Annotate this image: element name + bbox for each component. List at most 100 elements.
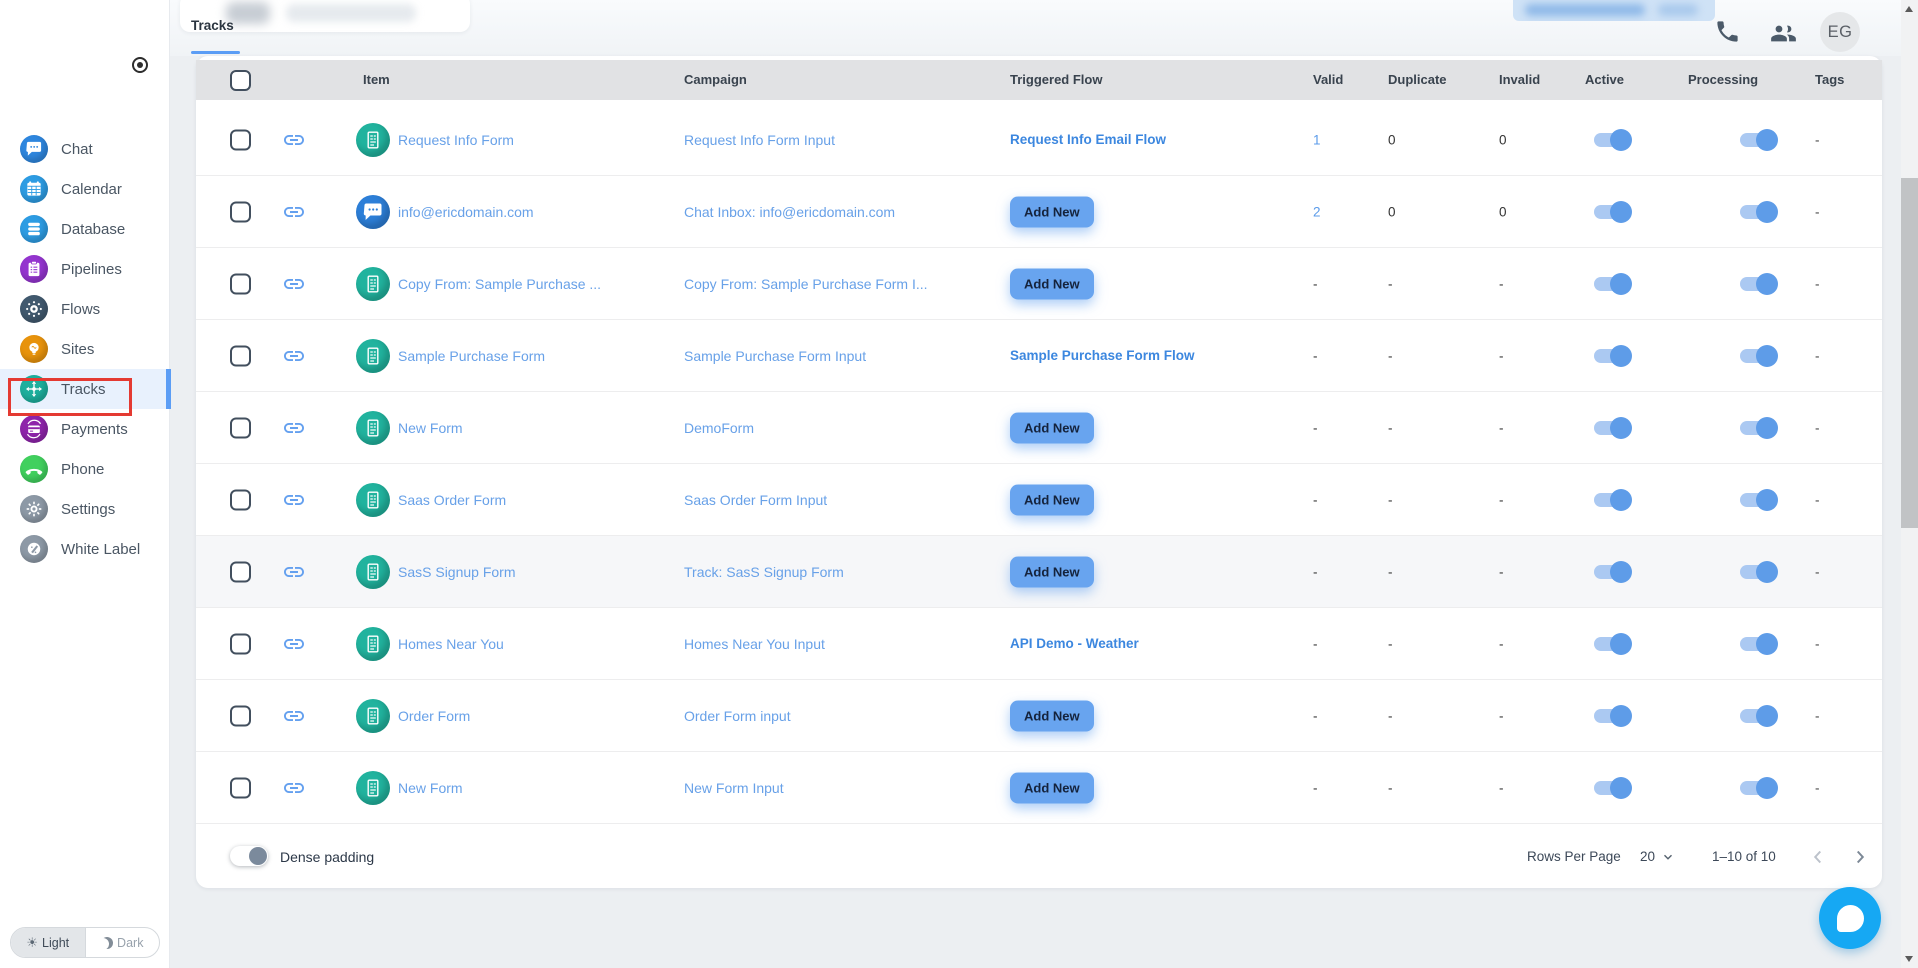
campaign-link[interactable]: Sample Purchase Form Input bbox=[684, 348, 866, 364]
chat-widget-button[interactable] bbox=[1819, 887, 1881, 949]
add-new-button[interactable]: Add New bbox=[1010, 556, 1094, 587]
valid-count[interactable]: - bbox=[1313, 564, 1318, 579]
rows-per-page-select[interactable]: 20 bbox=[1640, 849, 1675, 864]
focus-target-icon[interactable] bbox=[132, 57, 148, 73]
sidebar-item-tracks[interactable]: Tracks bbox=[0, 369, 170, 409]
sidebar-item-phone[interactable]: Phone bbox=[0, 449, 170, 489]
row-checkbox[interactable] bbox=[230, 417, 251, 438]
sidebar-item-calendar[interactable]: Calendar bbox=[0, 169, 170, 209]
active-toggle[interactable] bbox=[1594, 277, 1630, 291]
select-all-checkbox[interactable] bbox=[230, 70, 251, 91]
valid-count[interactable]: - bbox=[1313, 492, 1318, 507]
active-toggle[interactable] bbox=[1594, 349, 1630, 363]
processing-toggle[interactable] bbox=[1740, 565, 1776, 579]
row-checkbox[interactable] bbox=[230, 129, 251, 150]
item-link[interactable]: info@ericdomain.com bbox=[398, 204, 534, 220]
active-toggle[interactable] bbox=[1594, 133, 1630, 147]
triggered-flow-link[interactable]: Sample Purchase Form Flow bbox=[1010, 348, 1195, 363]
light-mode-button[interactable]: ☀ Light bbox=[11, 928, 86, 957]
tab-tracks[interactable]: Tracks bbox=[191, 18, 234, 33]
item-link[interactable]: SasS Signup Form bbox=[398, 564, 516, 580]
scroll-up-arrow[interactable] bbox=[1905, 6, 1913, 12]
sidebar-item-sites[interactable]: Sites bbox=[0, 329, 170, 369]
link-icon[interactable] bbox=[282, 200, 306, 224]
item-link[interactable]: Copy From: Sample Purchase ... bbox=[398, 276, 601, 292]
user-avatar[interactable]: EG bbox=[1820, 12, 1860, 52]
campaign-link[interactable]: Saas Order Form Input bbox=[684, 492, 827, 508]
link-icon[interactable] bbox=[282, 704, 306, 728]
add-new-button[interactable]: Add New bbox=[1010, 412, 1094, 443]
link-icon[interactable] bbox=[282, 488, 306, 512]
valid-count[interactable]: - bbox=[1313, 420, 1318, 435]
dark-mode-button[interactable]: Dark bbox=[86, 928, 160, 957]
item-link[interactable]: Homes Near You bbox=[398, 636, 504, 652]
phone-icon[interactable] bbox=[1714, 18, 1741, 45]
contacts-icon[interactable] bbox=[1770, 20, 1797, 47]
valid-count[interactable]: - bbox=[1313, 636, 1318, 651]
scroll-down-arrow[interactable] bbox=[1905, 956, 1913, 962]
processing-toggle[interactable] bbox=[1740, 637, 1776, 651]
campaign-link[interactable]: New Form Input bbox=[684, 780, 784, 796]
triggered-flow-link[interactable]: API Demo - Weather bbox=[1010, 636, 1139, 651]
active-toggle[interactable] bbox=[1594, 637, 1630, 651]
sidebar-item-flows[interactable]: Flows bbox=[0, 289, 170, 329]
item-link[interactable]: New Form bbox=[398, 780, 463, 796]
sidebar-item-white-label[interactable]: White Label bbox=[0, 529, 170, 569]
row-checkbox[interactable] bbox=[230, 705, 251, 726]
processing-toggle[interactable] bbox=[1740, 205, 1776, 219]
sidebar-item-pipelines[interactable]: Pipelines bbox=[0, 249, 170, 289]
item-link[interactable]: Order Form bbox=[398, 708, 470, 724]
campaign-link[interactable]: Track: SasS Signup Form bbox=[684, 564, 844, 580]
processing-toggle[interactable] bbox=[1740, 133, 1776, 147]
link-icon[interactable] bbox=[282, 776, 306, 800]
processing-toggle[interactable] bbox=[1740, 349, 1776, 363]
valid-count[interactable]: 1 bbox=[1313, 132, 1321, 147]
sidebar-item-database[interactable]: Database bbox=[0, 209, 170, 249]
campaign-link[interactable]: DemoForm bbox=[684, 420, 754, 436]
valid-count[interactable]: - bbox=[1313, 780, 1318, 795]
link-icon[interactable] bbox=[282, 632, 306, 656]
processing-toggle[interactable] bbox=[1740, 421, 1776, 435]
triggered-flow-link[interactable]: Request Info Email Flow bbox=[1010, 132, 1166, 147]
item-link[interactable]: Request Info Form bbox=[398, 132, 514, 148]
campaign-link[interactable]: Homes Near You Input bbox=[684, 636, 825, 652]
sidebar-item-payments[interactable]: Payments bbox=[0, 409, 170, 449]
active-toggle[interactable] bbox=[1594, 421, 1630, 435]
scrollbar-thumb[interactable] bbox=[1901, 178, 1918, 528]
active-toggle[interactable] bbox=[1594, 493, 1630, 507]
add-new-button[interactable]: Add New bbox=[1010, 268, 1094, 299]
link-icon[interactable] bbox=[282, 128, 306, 152]
processing-toggle[interactable] bbox=[1740, 781, 1776, 795]
row-checkbox[interactable] bbox=[230, 633, 251, 654]
active-toggle[interactable] bbox=[1594, 709, 1630, 723]
valid-count[interactable]: 2 bbox=[1313, 204, 1321, 219]
next-page-button[interactable] bbox=[1849, 846, 1871, 868]
sidebar-item-chat[interactable]: Chat bbox=[0, 129, 170, 169]
row-checkbox[interactable] bbox=[230, 561, 251, 582]
previous-page-button[interactable] bbox=[1807, 846, 1829, 868]
add-new-button[interactable]: Add New bbox=[1010, 484, 1094, 515]
active-toggle[interactable] bbox=[1594, 565, 1630, 579]
add-new-button[interactable]: Add New bbox=[1010, 700, 1094, 731]
valid-count[interactable]: - bbox=[1313, 348, 1318, 363]
campaign-link[interactable]: Request Info Form Input bbox=[684, 132, 835, 148]
row-checkbox[interactable] bbox=[230, 489, 251, 510]
campaign-link[interactable]: Copy From: Sample Purchase Form I... bbox=[684, 276, 928, 292]
processing-toggle[interactable] bbox=[1740, 277, 1776, 291]
link-icon[interactable] bbox=[282, 344, 306, 368]
add-new-button[interactable]: Add New bbox=[1010, 196, 1094, 227]
link-icon[interactable] bbox=[282, 272, 306, 296]
campaign-link[interactable]: Chat Inbox: info@ericdomain.com bbox=[684, 204, 895, 220]
row-checkbox[interactable] bbox=[230, 273, 251, 294]
campaign-link[interactable]: Order Form input bbox=[684, 708, 791, 724]
sidebar-item-settings[interactable]: Settings bbox=[0, 489, 170, 529]
row-checkbox[interactable] bbox=[230, 777, 251, 798]
processing-toggle[interactable] bbox=[1740, 709, 1776, 723]
link-icon[interactable] bbox=[282, 416, 306, 440]
processing-toggle[interactable] bbox=[1740, 493, 1776, 507]
item-link[interactable]: Saas Order Form bbox=[398, 492, 506, 508]
add-new-button[interactable]: Add New bbox=[1010, 772, 1094, 803]
row-checkbox[interactable] bbox=[230, 345, 251, 366]
item-link[interactable]: Sample Purchase Form bbox=[398, 348, 545, 364]
item-link[interactable]: New Form bbox=[398, 420, 463, 436]
